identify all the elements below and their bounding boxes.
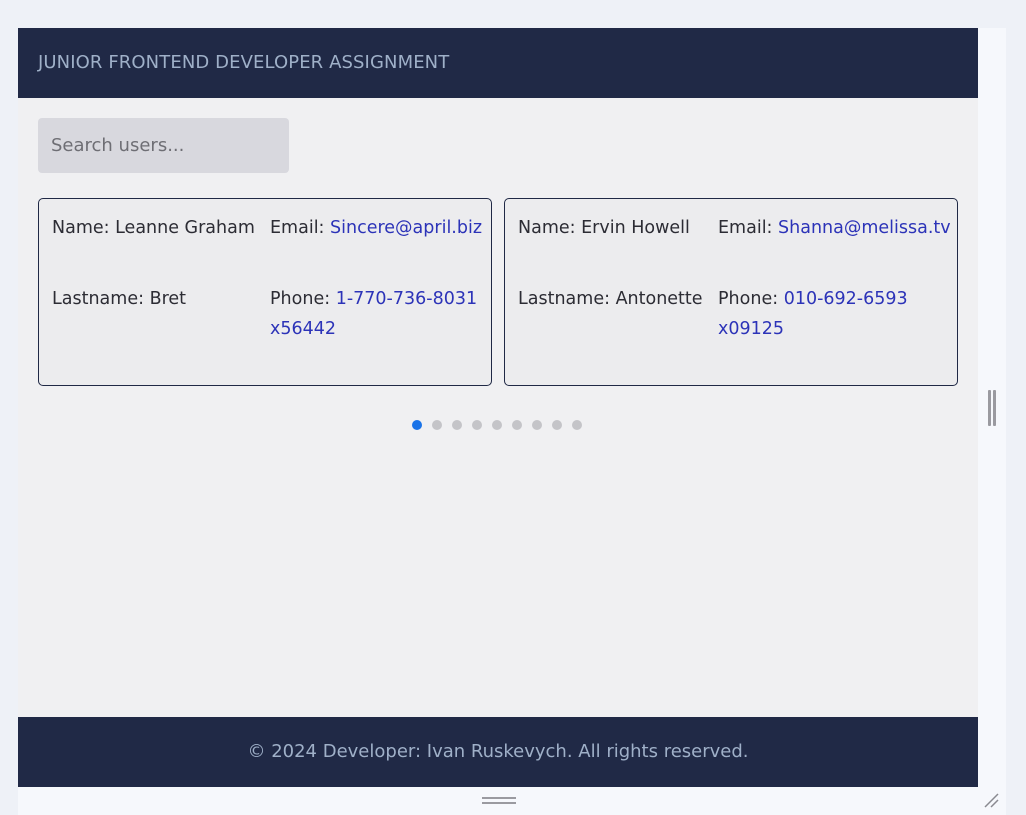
user-lastname: Bret	[149, 289, 187, 309]
email-link[interactable]: Sincere@april.biz	[330, 218, 482, 238]
name-label: Name:	[518, 218, 576, 238]
user-name-field: Name: Ervin Howell	[518, 213, 690, 243]
vertical-resize-handle[interactable]	[988, 390, 998, 426]
page-title: JUNIOR FRONTEND DEVELOPER ASSIGNMENT	[38, 52, 450, 73]
user-card: Name: Ervin Howell Email: Shanna@melissa…	[504, 198, 958, 386]
phone-label: Phone:	[718, 289, 779, 309]
carousel-dot[interactable]	[472, 420, 482, 430]
phone-label: Phone:	[270, 289, 331, 309]
carousel-dot[interactable]	[512, 420, 522, 430]
search-input[interactable]	[38, 118, 289, 173]
email-link[interactable]: Shanna@melissa.tv	[778, 218, 951, 238]
resize-grip-icon[interactable]	[982, 791, 1000, 809]
carousel-dot[interactable]	[452, 420, 462, 430]
carousel-dot[interactable]	[432, 420, 442, 430]
email-label: Email:	[718, 218, 773, 238]
carousel-dot[interactable]	[532, 420, 542, 430]
carousel-dot[interactable]	[572, 420, 582, 430]
user-email-field: Email: Shanna@melissa.tv	[718, 213, 951, 243]
app-container: JUNIOR FRONTEND DEVELOPER ASSIGNMENT Nam…	[18, 28, 978, 787]
page-footer: © 2024 Developer: Ivan Ruskevych. All ri…	[18, 717, 978, 787]
user-lastname-field: Lastname: Antonette	[518, 284, 703, 314]
user-phone-field: Phone: 010-692-6593 x09125	[718, 284, 918, 344]
user-phone-field: Phone: 1-770-736-8031 x56442	[270, 284, 484, 344]
horizontal-resize-handle[interactable]	[482, 797, 516, 805]
browser-viewport: JUNIOR FRONTEND DEVELOPER ASSIGNMENT Nam…	[18, 28, 1006, 815]
user-name: Leanne Graham	[115, 218, 255, 238]
email-label: Email:	[270, 218, 325, 238]
user-card: Name: Leanne Graham Email: Sincere@april…	[38, 198, 492, 386]
user-name: Ervin Howell	[581, 218, 690, 238]
page-header: JUNIOR FRONTEND DEVELOPER ASSIGNMENT	[18, 28, 978, 98]
user-email-field: Email: Sincere@april.biz	[270, 213, 482, 243]
carousel-dot[interactable]	[492, 420, 502, 430]
lastname-label: Lastname:	[52, 289, 144, 309]
user-name-field: Name: Leanne Graham	[52, 213, 255, 243]
lastname-label: Lastname:	[518, 289, 610, 309]
user-lastname-field: Lastname: Bret	[52, 284, 186, 314]
copyright-text: © 2024 Developer: Ivan Ruskevych. All ri…	[247, 741, 749, 762]
user-lastname: Antonette	[615, 289, 703, 309]
carousel-dot[interactable]	[552, 420, 562, 430]
name-label: Name:	[52, 218, 110, 238]
carousel-dot[interactable]	[412, 420, 422, 430]
